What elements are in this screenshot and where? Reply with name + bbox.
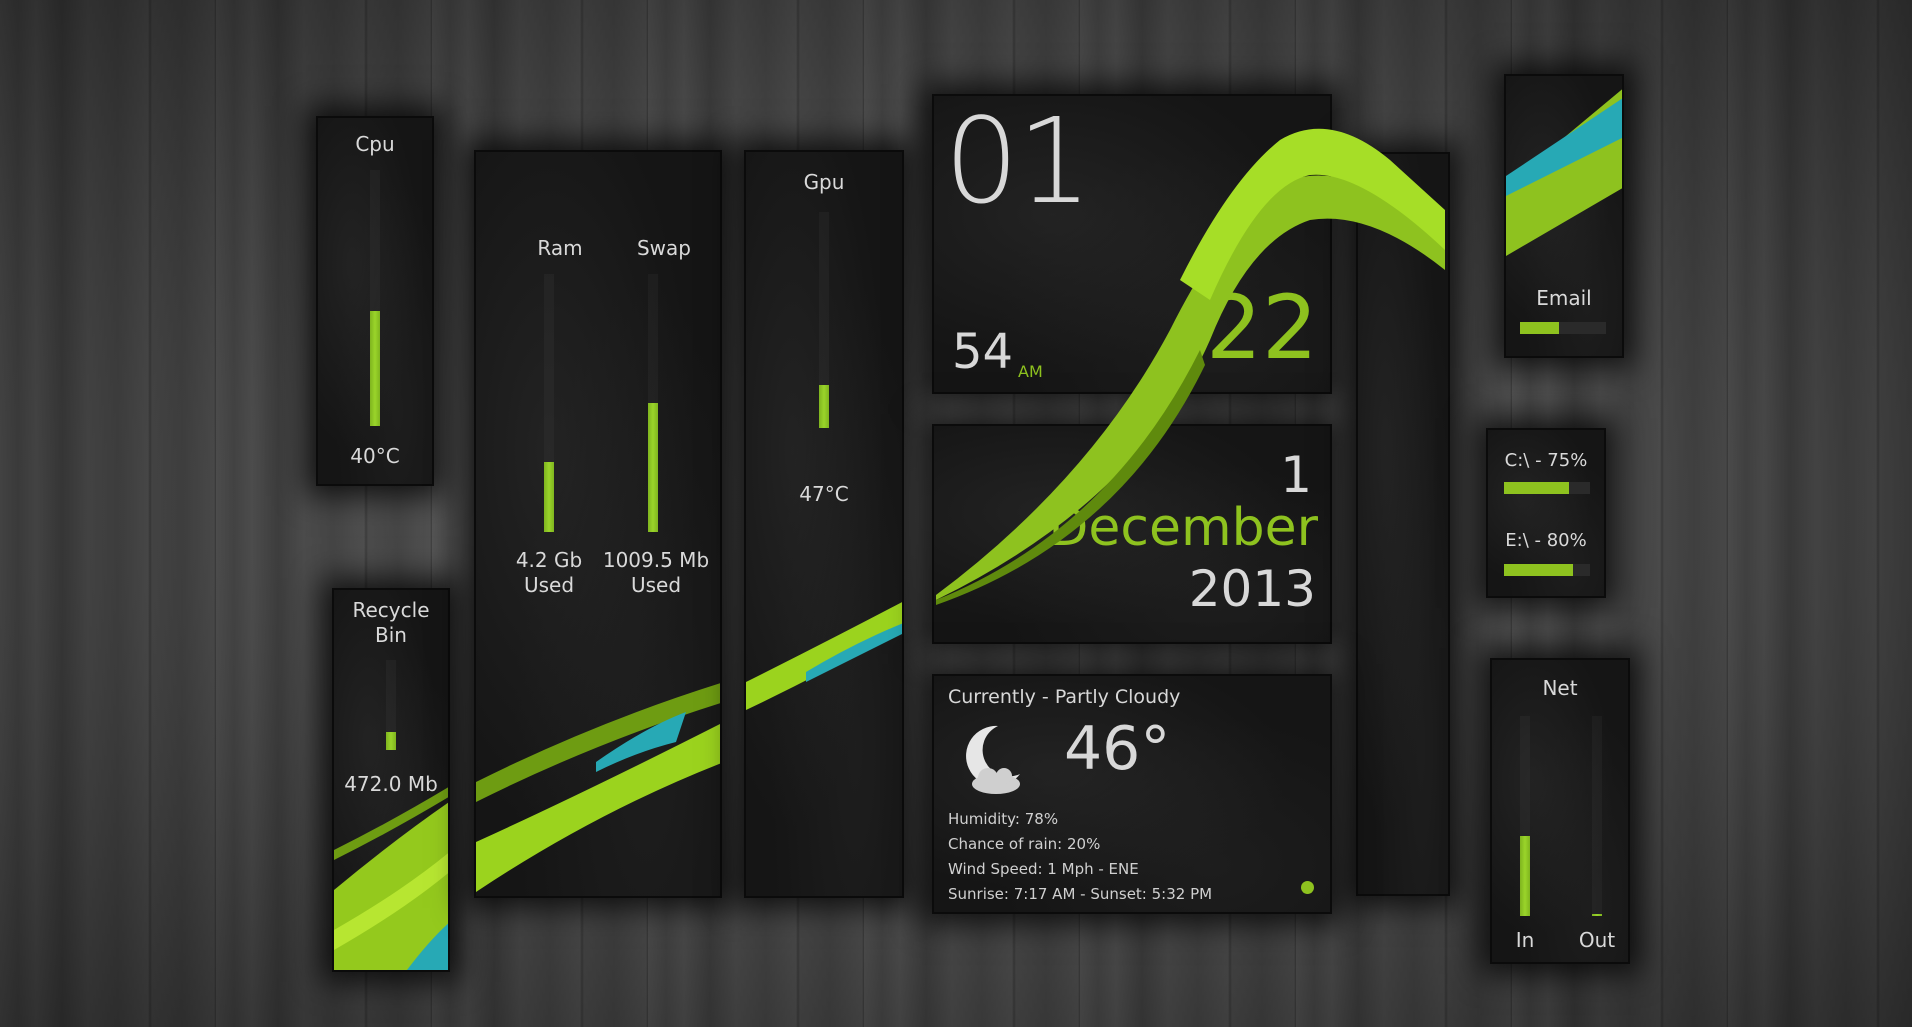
drive-e-bar-fill [1504,564,1573,576]
decorative-side-panel [1356,152,1450,896]
net-out-label: Out [1578,928,1616,952]
ram-label: Ram [537,236,583,260]
weather-wind: Wind Speed: 1 Mph - ENE [948,860,1139,878]
drives-widget: C:\ - 75% E:\ - 80% [1486,428,1606,598]
cpu-bar-fill [370,311,380,426]
moon-cloud-icon [966,725,1020,794]
cpu-label: Cpu [355,132,395,156]
swap-value: 1009.5 Mb [602,548,710,572]
clock-hour: 01 [944,94,1092,230]
ram-bar-fill [544,462,554,532]
date-widget: 1 December 2013 [932,424,1332,644]
date-year: 2013 [1188,560,1316,618]
gpu-label: Gpu [803,170,845,194]
cpu-widget: Cpu 40°C [316,116,434,486]
green-swoosh-decoration [476,683,720,892]
gpu-bar-fill [819,385,829,428]
recycle-size: 472.0 Mb [344,772,438,796]
ram-sub: Used [523,573,575,597]
gpu-bar-track [819,212,829,428]
gpu-widget: Gpu 47°C [744,150,904,898]
green-swoosh-decoration [1506,89,1622,256]
clock-minutes: 22 [1206,276,1318,379]
net-widget: Net In Out [1490,658,1630,964]
swap-bar-track [648,274,658,532]
weather-sun: Sunrise: 7:17 AM - Sunset: 5:32 PM [948,885,1213,903]
clock-seconds: 54 [952,324,1014,380]
cpu-bar-track [370,170,380,426]
clock-ampm: AM [1018,362,1043,381]
clock-widget: 01 54 AM 22 [932,94,1332,394]
email-label: Email [1536,286,1592,310]
weather-rain: Chance of rain: 20% [948,835,1101,853]
weather-humidity: Humidity: 78% [948,810,1059,828]
net-in-label: In [1515,928,1535,952]
date-month: December [1048,498,1318,558]
drive-e-label[interactable]: E:\ - 80% [1488,530,1604,551]
swap-bar-fill [648,403,658,532]
swap-label: Swap [636,236,691,260]
memory-widget: Ram Swap 4.2 Gb Used 1009.5 Mb Used [474,150,722,898]
weather-widget: Currently - Partly Cloudy 46° Humidity: … [932,674,1332,914]
swap-sub: Used [630,573,682,597]
recycle-label-line1: Recycle [352,598,430,622]
net-label: Net [1542,676,1578,700]
recycle-bin-widget[interactable]: Recycle Bin 472.0 Mb [332,588,450,972]
drive-e-bar-track [1504,564,1590,576]
drive-c-label[interactable]: C:\ - 75% [1488,450,1604,471]
email-bar-fill [1520,322,1559,334]
cpu-temp: 40°C [350,444,400,468]
net-in-bar-track [1520,716,1530,916]
gpu-temp: 47°C [799,482,849,506]
recycle-bar-fill [386,732,396,750]
ram-value: 4.2 Gb [515,548,583,572]
weather-temperature: 46° [1064,714,1171,784]
date-day: 1 [1280,446,1312,504]
recycle-label-line2: Bin [375,623,407,647]
email-bar-track [1520,322,1606,334]
drive-c-bar-track [1504,482,1590,494]
ram-bar-track [544,274,554,532]
weather-title: Currently - Partly Cloudy [948,686,1181,708]
recycle-bar-track [386,660,396,750]
email-widget[interactable]: Email [1504,74,1624,358]
weather-status-dot [1301,881,1314,894]
net-in-bar-fill [1520,836,1530,916]
drive-c-bar-fill [1504,482,1569,494]
net-out-bar-fill [1592,914,1602,916]
net-out-bar-track [1592,716,1602,916]
